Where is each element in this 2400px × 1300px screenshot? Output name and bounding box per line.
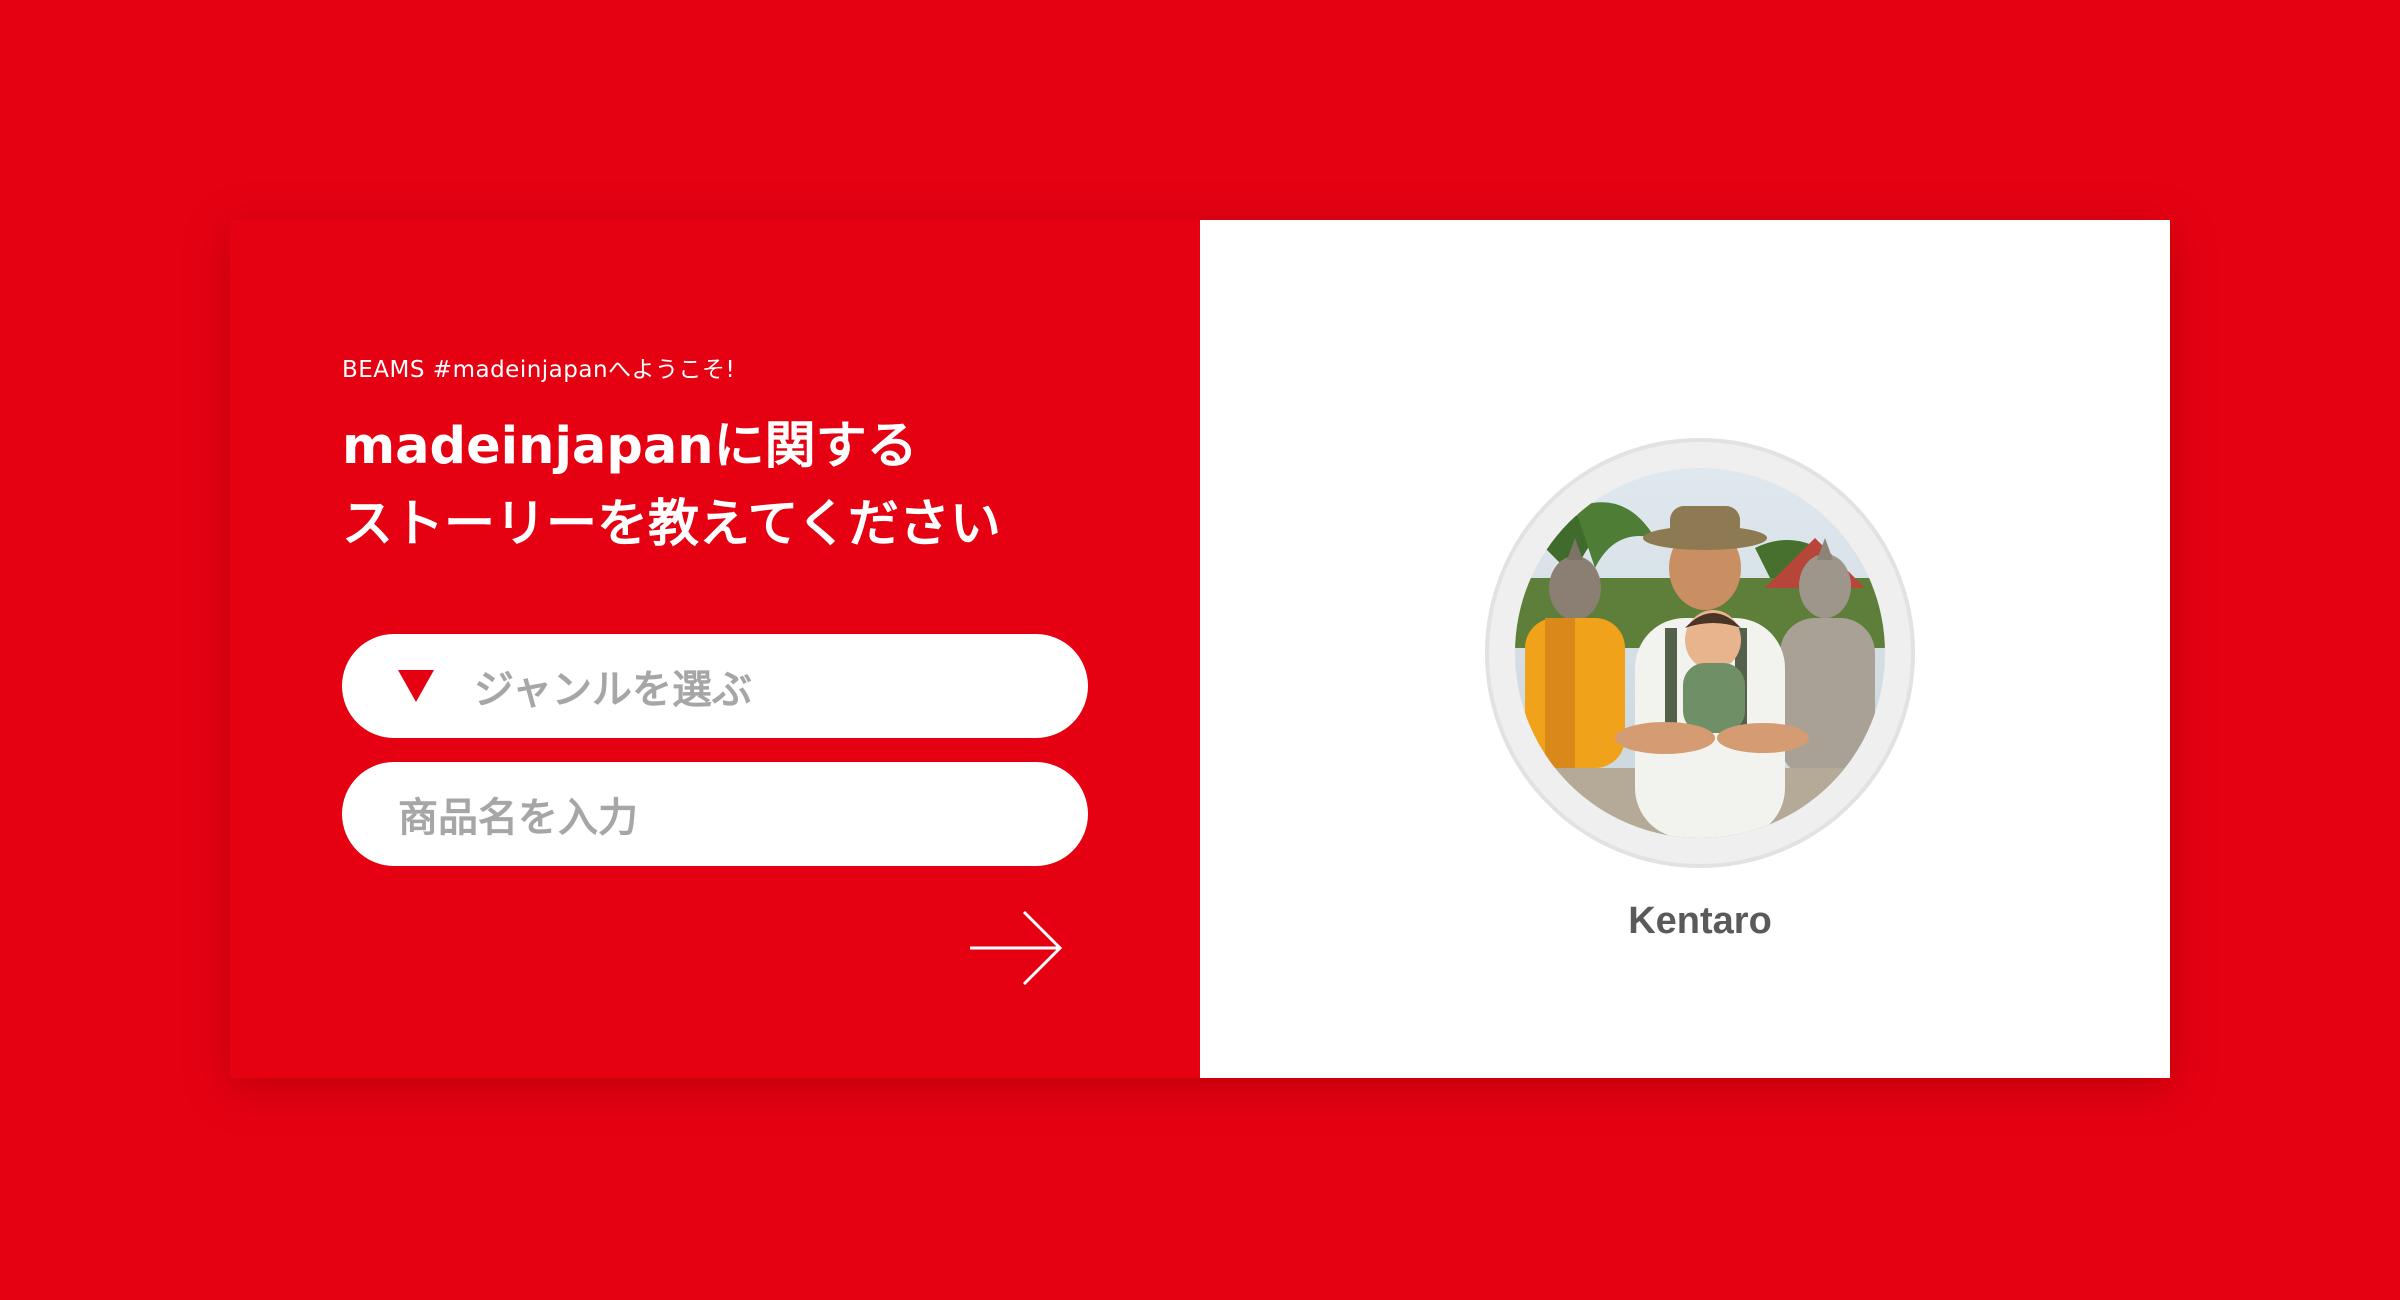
welcome-text: BEAMS #madeinjapanへようこそ!: [342, 357, 736, 383]
product-name-input[interactable]: 商品名を入力: [342, 762, 1088, 866]
genre-select-placeholder: ジャンルを選ぶ: [474, 667, 752, 713]
profile-photo: [1515, 468, 1885, 838]
avatar: [1515, 468, 1885, 838]
genre-select[interactable]: ジャンルを選ぶ: [342, 634, 1088, 738]
triangle-down-icon: [398, 670, 434, 702]
headline-line-1: madeinjapanに関する: [342, 417, 918, 476]
user-name: Kentaro: [1628, 900, 1772, 942]
headline-line-2: ストーリーを教えてください: [342, 495, 1001, 554]
profile-panel: Kentaro: [1200, 220, 2170, 1078]
submit-button[interactable]: [968, 908, 1064, 988]
page-title: madeinjapanに関する ストーリーを教えてください: [342, 408, 1001, 564]
arrow-right-icon: [970, 910, 1063, 986]
welcome-card: BEAMS #madeinjapanへようこそ! madeinjapanに関する…: [230, 220, 2170, 1078]
avatar-frame: [1485, 438, 1915, 868]
story-form-panel: BEAMS #madeinjapanへようこそ! madeinjapanに関する…: [230, 220, 1200, 1078]
product-name-placeholder: 商品名を入力: [398, 795, 638, 841]
